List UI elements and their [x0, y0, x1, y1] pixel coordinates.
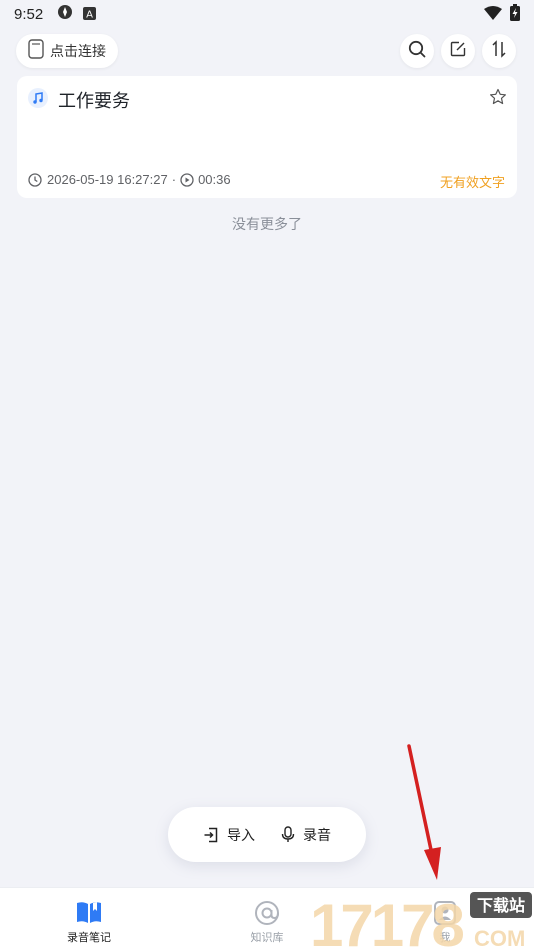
clock-icon	[28, 172, 42, 187]
microphone-icon	[281, 826, 295, 843]
battery-icon	[510, 3, 520, 25]
connect-button[interactable]: 点击连接	[16, 34, 118, 68]
recording-card[interactable]: 工作要务 2026-05-19 16:27:27 · 00:36 无有效文字	[17, 76, 517, 198]
recording-meta: 2026-05-19 16:27:27 · 00:36	[28, 172, 231, 187]
sort-icon	[491, 40, 507, 62]
tab-recording-notes[interactable]: 录音笔记	[29, 888, 149, 950]
recording-datetime: 2026-05-19 16:27:27	[47, 172, 168, 187]
edit-icon	[450, 41, 466, 61]
edit-button[interactable]	[441, 34, 475, 68]
recording-status: 无有效文字	[439, 176, 505, 191]
record-label: 录音	[303, 827, 331, 844]
search-button[interactable]	[400, 34, 434, 68]
list-end-text: 没有更多了	[232, 217, 302, 233]
meta-separator: ·	[171, 172, 177, 187]
compass-icon	[57, 4, 73, 24]
action-pill: 导入 录音	[168, 807, 366, 862]
wifi-icon	[484, 5, 502, 24]
sort-button[interactable]	[482, 34, 516, 68]
book-icon	[73, 898, 105, 928]
svg-text:A: A	[86, 9, 93, 20]
a-badge-icon: A	[83, 5, 97, 24]
at-sign-icon	[251, 898, 283, 928]
search-icon	[408, 40, 426, 62]
music-note-icon	[28, 88, 48, 108]
svg-text:17178: 17178	[310, 892, 463, 950]
device-icon	[28, 39, 44, 63]
svg-text:下载站: 下载站	[477, 896, 525, 915]
record-button[interactable]: 录音	[281, 825, 331, 845]
play-icon	[180, 172, 194, 187]
tab-label-recording-notes: 录音笔记	[67, 931, 111, 944]
watermark-logo: 下载站 17178 COM	[310, 892, 532, 950]
top-bar: 点击连接	[0, 34, 534, 70]
connect-label: 点击连接	[50, 44, 106, 60]
import-icon	[203, 827, 219, 843]
status-time: 9:52	[14, 5, 44, 23]
import-button[interactable]: 导入	[203, 825, 255, 845]
import-label: 导入	[227, 827, 255, 844]
svg-text:COM: COM	[474, 926, 525, 950]
status-bar: 9:52 A	[0, 0, 534, 28]
star-icon[interactable]	[489, 88, 507, 110]
recording-title: 工作要务	[58, 91, 130, 112]
recording-duration: 00:36	[198, 172, 231, 187]
